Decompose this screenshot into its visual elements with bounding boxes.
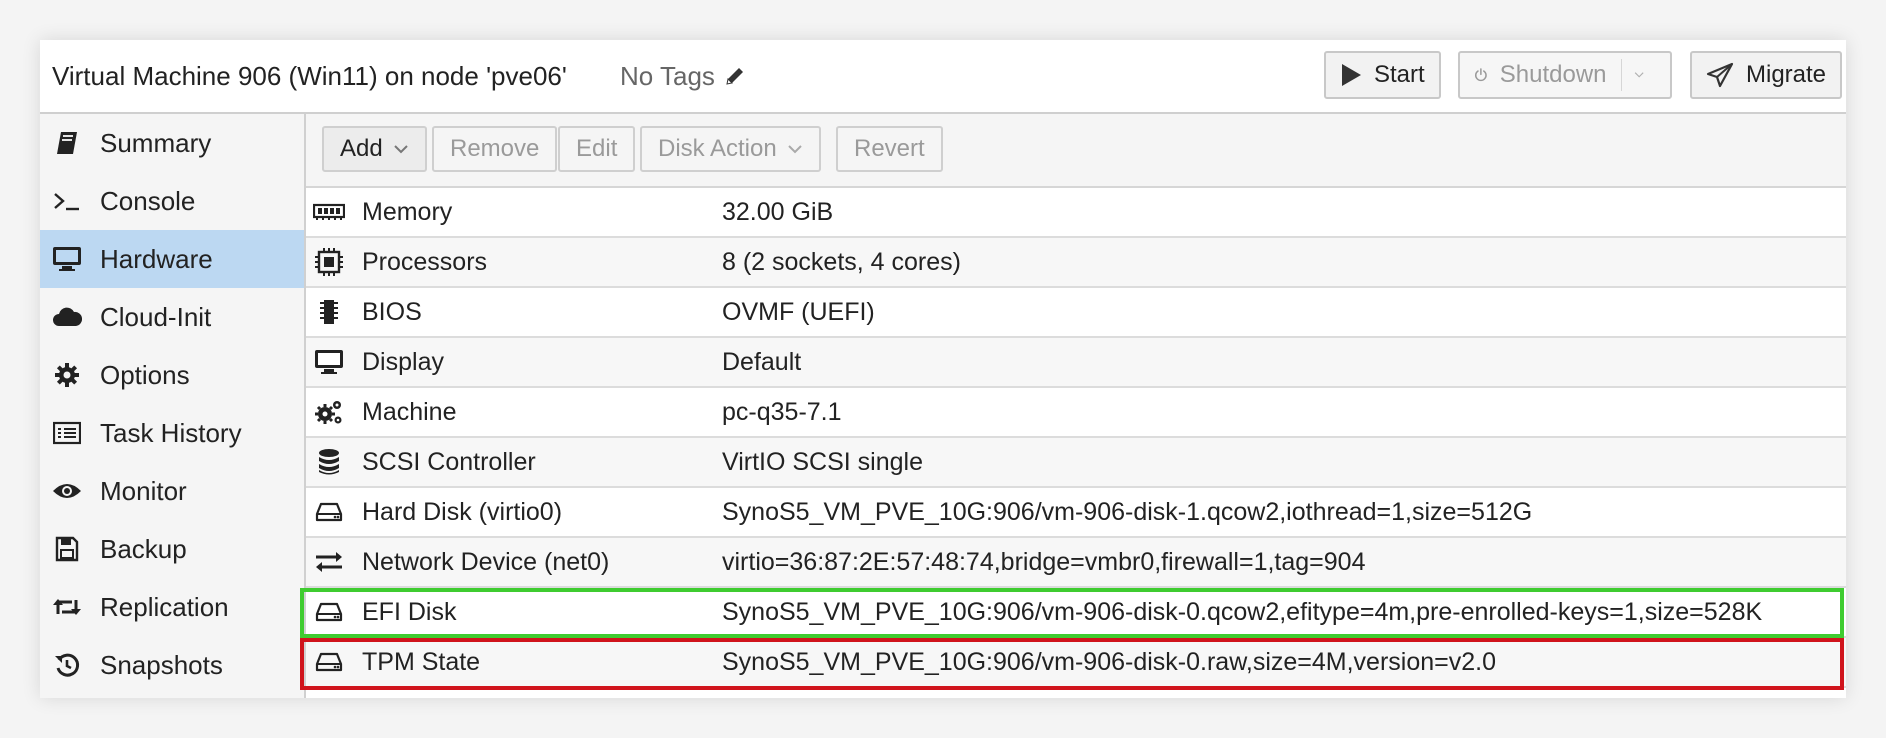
shutdown-button-label: Shutdown — [1499, 61, 1607, 88]
terminal-icon — [52, 190, 82, 212]
sidebar-item-cloud-init[interactable]: Cloud-Init — [40, 288, 304, 346]
hardware-name: Display — [362, 347, 444, 376]
sidebar-item-hardware[interactable]: Hardware — [40, 230, 304, 288]
table-row[interactable]: Network Device (net0) virtio=36:87:2E:57… — [306, 538, 1846, 588]
green-highlight-box — [300, 588, 1844, 638]
gear-icon — [52, 362, 82, 388]
migrate-button-label: Migrate — [1746, 61, 1827, 88]
edit-button[interactable]: Edit — [558, 126, 636, 172]
table-row[interactable]: Memory 32.00 GiB — [306, 188, 1846, 238]
red-highlight-box — [300, 638, 1844, 690]
sidebar-item-backup[interactable]: Backup — [40, 520, 304, 578]
hardware-name: Memory — [362, 197, 453, 226]
sidebar-item-label: Backup — [100, 533, 187, 564]
remove-button-label: Remove — [450, 135, 540, 162]
cpu-icon — [312, 247, 346, 277]
hardware-value: 8 (2 sockets, 4 cores) — [722, 247, 961, 276]
hardware-value: virtio=36:87:2E:57:48:74,bridge=vmbr0,fi… — [722, 547, 1366, 576]
vm-header: Virtual Machine 906 (Win11) on node 'pve… — [40, 40, 1846, 114]
sidebar-item-label: Summary — [100, 127, 212, 158]
hardware-value: VirtIO SCSI single — [722, 447, 924, 476]
sidebar-item-label: Monitor — [100, 475, 187, 506]
sidebar-item-label: Task History — [100, 417, 242, 448]
sidebar-item-label: Cloud-Init — [100, 301, 212, 332]
sidebar-item-label: Options — [100, 359, 190, 390]
tags-editor[interactable]: No Tags — [620, 61, 746, 92]
cogs-icon — [312, 398, 346, 426]
table-row[interactable]: BIOS OVMF (UEFI) — [306, 288, 1846, 338]
sidebar-item-label: Console — [100, 185, 196, 216]
table-row[interactable]: Processors 8 (2 sockets, 4 cores) — [306, 238, 1846, 288]
sidebar-item-label: Snapshots — [100, 649, 223, 680]
retweet-icon — [52, 596, 82, 618]
migrate-button[interactable]: Migrate — [1690, 51, 1843, 99]
monitor-icon — [52, 246, 82, 272]
sidebar: Summary Console Hardware Cloud-Init Opti… — [40, 114, 306, 698]
split-divider — [1620, 59, 1622, 91]
power-icon — [1475, 68, 1487, 82]
hardware-toolbar: Add Remove Edit Disk Action Revert — [306, 114, 1846, 188]
sidebar-item-label: Replication — [100, 591, 229, 622]
chevron-down-icon — [788, 145, 802, 154]
cloud-icon — [52, 306, 82, 328]
table-row[interactable]: Display Default — [306, 338, 1846, 388]
revert-button-label: Revert — [854, 135, 925, 162]
hardware-value: SynoS5_VM_PVE_10G:906/vm-906-disk-1.qcow… — [722, 497, 1533, 526]
hardware-name: Network Device (net0) — [362, 547, 610, 576]
table-row[interactable]: Hard Disk (virtio0) SynoS5_VM_PVE_10G:90… — [306, 488, 1846, 538]
edit-button-label: Edit — [576, 135, 618, 162]
book-icon — [52, 130, 82, 156]
start-button-label: Start — [1374, 61, 1425, 88]
remove-button[interactable]: Remove — [432, 126, 558, 172]
revert-button[interactable]: Revert — [836, 126, 943, 172]
pencil-icon[interactable] — [724, 65, 746, 87]
exchange-icon — [312, 550, 346, 574]
hardware-name: Hard Disk (virtio0) — [362, 497, 563, 526]
disk-action-button-label: Disk Action — [658, 135, 777, 162]
vm-title: Virtual Machine 906 (Win11) on node 'pve… — [52, 61, 567, 91]
sidebar-item-task-history[interactable]: Task History — [40, 404, 304, 462]
tags-label: No Tags — [620, 61, 715, 91]
hardware-name: Machine — [362, 397, 457, 426]
sidebar-item-label: Hardware — [100, 243, 213, 274]
shutdown-button[interactable]: Shutdown — [1458, 51, 1672, 99]
display-icon — [312, 349, 346, 375]
floppy-icon — [52, 536, 82, 562]
sidebar-item-options[interactable]: Options — [40, 346, 304, 404]
hardware-name: BIOS — [362, 297, 422, 326]
add-button[interactable]: Add — [322, 126, 427, 172]
hdd-icon — [312, 501, 346, 523]
eye-icon — [52, 481, 82, 501]
hardware-value: pc-q35-7.1 — [722, 397, 842, 426]
sidebar-item-console[interactable]: Console — [40, 172, 304, 230]
hardware-value: OVMF (UEFI) — [722, 297, 875, 326]
hardware-name: Processors — [362, 247, 488, 276]
start-button[interactable]: Start — [1324, 51, 1441, 99]
table-row[interactable]: SCSI Controller VirtIO SCSI single — [306, 438, 1846, 488]
list-icon — [52, 421, 82, 445]
table-row[interactable]: EFI Disk SynoS5_VM_PVE_10G:906/vm-906-di… — [300, 588, 1846, 638]
play-icon — [1342, 64, 1361, 86]
chevron-down-icon — [393, 145, 408, 154]
chevron-down-icon[interactable] — [1634, 69, 1644, 81]
table-row[interactable]: Machine pc-q35-7.1 — [306, 388, 1846, 438]
paper-plane-icon — [1706, 62, 1734, 88]
sidebar-item-snapshots[interactable]: Snapshots — [40, 636, 304, 694]
vm-window: Virtual Machine 906 (Win11) on node 'pve… — [40, 40, 1846, 698]
history-icon — [52, 652, 82, 678]
chip-icon — [312, 298, 346, 326]
sidebar-item-summary[interactable]: Summary — [40, 114, 304, 172]
database-icon — [312, 448, 346, 476]
memory-icon — [312, 202, 346, 222]
sidebar-item-monitor[interactable]: Monitor — [40, 462, 304, 520]
sidebar-item-replication[interactable]: Replication — [40, 578, 304, 636]
hardware-name: SCSI Controller — [362, 447, 536, 476]
hardware-list: Memory 32.00 GiB Processors 8 (2 sockets… — [300, 188, 1846, 690]
table-row[interactable]: TPM State SynoS5_VM_PVE_10G:906/vm-906-d… — [300, 638, 1846, 690]
hardware-value: 32.00 GiB — [722, 197, 834, 226]
hardware-value: Default — [722, 347, 802, 376]
disk-action-button[interactable]: Disk Action — [640, 126, 821, 172]
hardware-panel: Add Remove Edit Disk Action Revert Memor… — [300, 114, 1846, 698]
add-button-label: Add — [340, 135, 383, 162]
